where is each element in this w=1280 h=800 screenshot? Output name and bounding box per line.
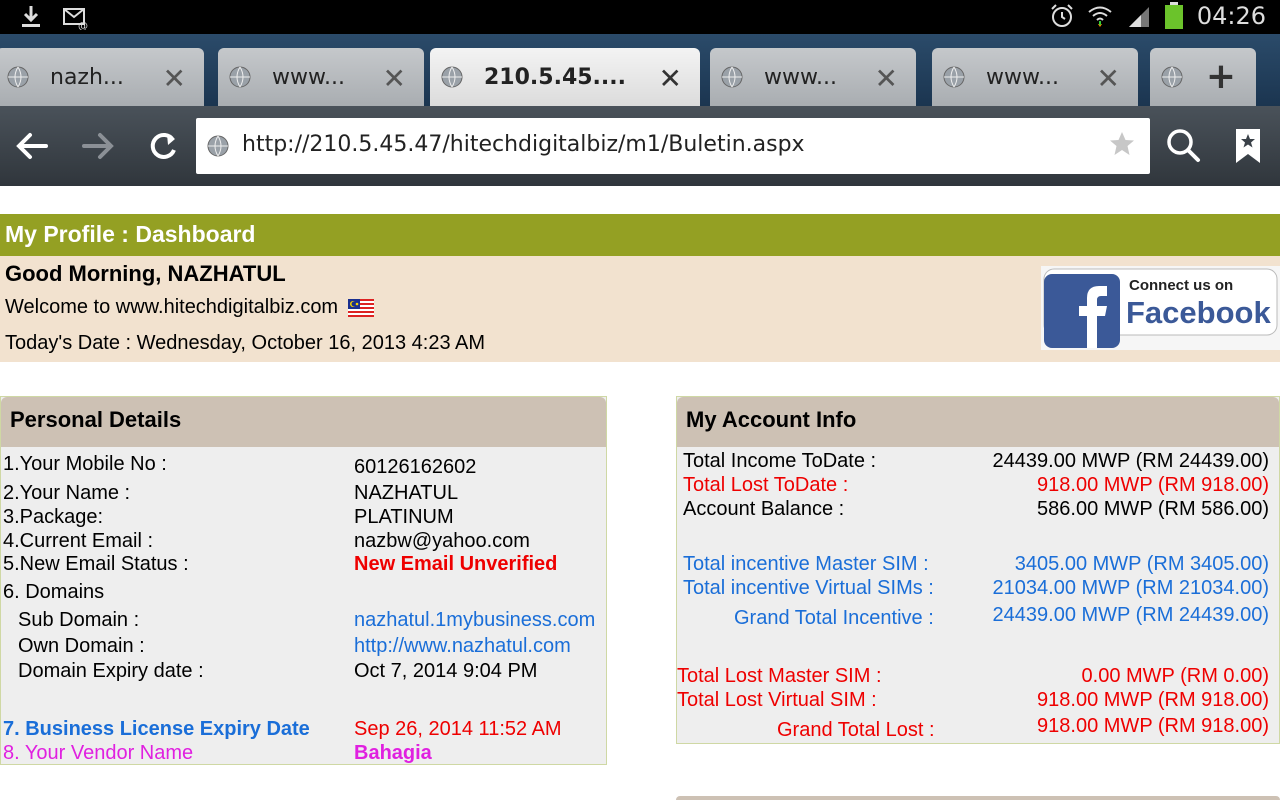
account-info-title: My Account Info bbox=[677, 397, 1279, 447]
close-icon[interactable]: ✕ bbox=[383, 62, 406, 95]
page-content: My Profile : Dashboard Good Morning, NAZ… bbox=[0, 186, 1280, 800]
status-bar: @ 04:26 bbox=[0, 0, 1280, 34]
tab-title: nazh... bbox=[50, 64, 124, 90]
email-value: nazbw@yahoo.com bbox=[354, 530, 530, 552]
grand-lost-value: 918.00 MWP (RM 918.00) bbox=[1037, 715, 1269, 737]
sub-domain-label: Sub Domain : bbox=[18, 609, 140, 631]
incentive-master-value: 3405.00 MWP (RM 3405.00) bbox=[1014, 553, 1269, 575]
today-date: Today's Date : Wednesday, October 16, 20… bbox=[5, 332, 486, 354]
tab-title: www... bbox=[272, 64, 345, 90]
income-label: Total Income ToDate : bbox=[683, 450, 877, 472]
close-icon[interactable]: ✕ bbox=[659, 62, 682, 95]
back-arrow-icon[interactable] bbox=[12, 126, 52, 166]
grand-lost-label: Grand Total Lost : bbox=[777, 719, 935, 741]
facebook-connect-banner[interactable]: Connect us on Facebook bbox=[1041, 266, 1280, 350]
globe-icon bbox=[1161, 66, 1183, 88]
lost-virtual-value: 918.00 MWP (RM 918.00) bbox=[1037, 689, 1269, 711]
domain-expiry-value: Oct 7, 2014 9:04 PM bbox=[354, 660, 538, 682]
tab-1[interactable]: nazh... ✕ bbox=[0, 48, 204, 106]
globe-icon bbox=[7, 66, 29, 88]
tab-title: www... bbox=[764, 64, 837, 90]
tab-3-active[interactable]: 210.5.45.... ✕ bbox=[430, 48, 700, 106]
balance-value: 586.00 MWP (RM 586.00) bbox=[1037, 498, 1269, 520]
tab-strip: nazh... ✕ www... ✕ 210.5.45.... ✕ www...… bbox=[0, 34, 1280, 106]
domain-expiry-label: Domain Expiry date : bbox=[18, 660, 204, 682]
lost-virtual-label: Total Lost Virtual SIM : bbox=[677, 689, 877, 711]
clock: 04:26 bbox=[1196, 2, 1266, 30]
license-expiry-value: Sep 26, 2014 11:52 AM bbox=[354, 718, 562, 740]
lost-value: 918.00 MWP (RM 918.00) bbox=[1037, 474, 1269, 496]
tab-4[interactable]: www... ✕ bbox=[710, 48, 916, 106]
browser-toolbar: http://210.5.45.47/hitechdigitalbiz/m1/B… bbox=[0, 106, 1280, 186]
facebook-line1: Connect us on bbox=[1129, 277, 1233, 294]
malaysia-flag-icon bbox=[347, 298, 374, 317]
close-icon[interactable]: ✕ bbox=[1097, 62, 1120, 95]
new-tab-button[interactable]: + bbox=[1186, 48, 1256, 106]
balance-label: Account Balance : bbox=[683, 498, 845, 520]
facebook-line2: Facebook bbox=[1126, 295, 1271, 330]
email-label: 4.Current Email : bbox=[3, 530, 154, 552]
sub-domain-link[interactable]: nazhatul.1mybusiness.com bbox=[354, 609, 595, 632]
star-icon[interactable] bbox=[1108, 130, 1136, 158]
download-icon bbox=[22, 6, 40, 27]
email-icon: @ bbox=[63, 8, 88, 30]
personal-details-panel: Personal Details 1.Your Mobile No : 6012… bbox=[0, 396, 607, 765]
search-icon[interactable] bbox=[1164, 126, 1204, 166]
welcome-text: Welcome to www.hitechdigitalbiz.com bbox=[5, 296, 339, 318]
own-domain-link[interactable]: http://www.nazhatul.com bbox=[354, 635, 571, 658]
tab-2[interactable]: www... ✕ bbox=[218, 48, 424, 106]
personal-details-title: Personal Details bbox=[1, 397, 606, 447]
greeting-text: Good Morning, NAZHATUL bbox=[5, 261, 286, 286]
grand-incentive-value: 24439.00 MWP (RM 24439.00) bbox=[992, 604, 1269, 626]
signal-icon bbox=[1128, 7, 1149, 27]
battery-icon bbox=[1164, 2, 1183, 29]
lost-master-label: Total Lost Master SIM : bbox=[677, 665, 882, 687]
alarm-icon bbox=[1051, 4, 1073, 27]
welcome-line: Welcome to www.hitechdigitalbiz.com bbox=[5, 296, 374, 319]
globe-icon bbox=[441, 66, 463, 88]
package-label: 3.Package: bbox=[3, 506, 104, 528]
account-info-panel: My Account Info Total Income ToDate : 24… bbox=[676, 396, 1280, 744]
income-value: 24439.00 MWP (RM 24439.00) bbox=[992, 450, 1269, 472]
next-panel-edge bbox=[676, 796, 1280, 800]
lost-master-value: 0.00 MWP (RM 0.00) bbox=[1081, 665, 1269, 687]
email-status-value: New Email Unverified bbox=[354, 553, 558, 575]
tab-5[interactable]: www... ✕ bbox=[932, 48, 1138, 106]
globe-icon bbox=[229, 66, 251, 88]
incentive-virtual-value: 21034.00 MWP (RM 21034.00) bbox=[992, 577, 1269, 599]
grand-incentive-label: Grand Total Incentive : bbox=[734, 607, 934, 629]
name-value: NAZHATUL bbox=[354, 482, 459, 504]
package-value: PLATINUM bbox=[354, 506, 454, 528]
globe-icon bbox=[721, 66, 743, 88]
close-icon[interactable]: ✕ bbox=[875, 62, 898, 95]
lost-label: Total Lost ToDate : bbox=[683, 474, 849, 496]
email-status-label: 5.New Email Status : bbox=[3, 553, 189, 575]
dashboard-title: My Profile : Dashboard bbox=[0, 214, 1280, 256]
vendor-value: Bahagia bbox=[354, 742, 432, 764]
license-expiry-label: 7. Business License Expiry Date bbox=[3, 718, 310, 740]
bookmark-icon[interactable] bbox=[1228, 126, 1268, 166]
url-text[interactable]: http://210.5.45.47/hitechdigitalbiz/m1/B… bbox=[242, 132, 805, 157]
svg-text:@: @ bbox=[78, 21, 88, 30]
own-domain-label: Own Domain : bbox=[18, 635, 145, 657]
vendor-label: 8. Your Vendor Name bbox=[3, 742, 194, 764]
close-icon[interactable]: ✕ bbox=[163, 62, 186, 95]
tab-title: 210.5.45.... bbox=[484, 64, 624, 90]
incentive-master-label: Total incentive Master SIM : bbox=[683, 553, 929, 575]
forward-arrow-icon[interactable] bbox=[78, 126, 118, 166]
globe-icon bbox=[207, 135, 229, 157]
globe-icon bbox=[943, 66, 965, 88]
url-bar[interactable]: http://210.5.45.47/hitechdigitalbiz/m1/B… bbox=[196, 118, 1150, 174]
mobile-value: 60126162602 bbox=[354, 456, 477, 478]
tab-title: www... bbox=[986, 64, 1059, 90]
mobile-label: 1.Your Mobile No : bbox=[3, 453, 167, 475]
name-label: 2.Your Name : bbox=[3, 482, 131, 504]
refresh-icon[interactable] bbox=[143, 126, 183, 166]
incentive-virtual-label: Total incentive Virtual SIMs : bbox=[683, 577, 934, 599]
domains-label: 6. Domains bbox=[3, 581, 105, 603]
wifi-icon bbox=[1088, 6, 1112, 27]
